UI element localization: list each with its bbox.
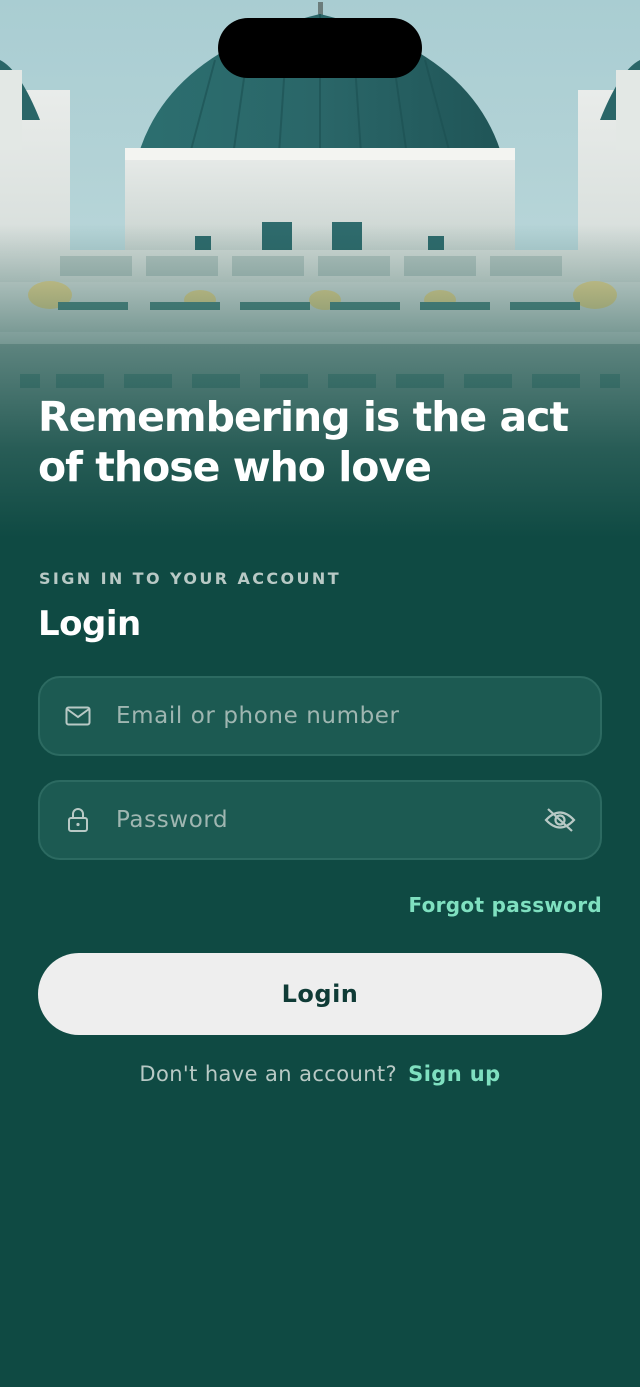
signup-row: Don't have an account? Sign up [0,1062,640,1086]
login-button[interactable]: Login [38,953,602,1035]
email-input[interactable] [116,678,600,754]
email-field[interactable] [38,676,602,756]
forgot-password-link[interactable]: Forgot password [408,893,602,917]
signup-prompt: Don't have an account? [139,1062,398,1086]
password-field[interactable] [38,780,602,860]
form-title: Login [38,604,141,644]
form-eyebrow: SIGN IN TO YOUR ACCOUNT [39,569,342,588]
lock-icon [64,806,92,834]
hero-headline: Remembering is the act of those who love [38,393,569,491]
signup-link[interactable]: Sign up [408,1062,500,1086]
mail-icon [64,702,92,730]
camera-notch [218,18,422,78]
eye-off-icon[interactable] [542,802,578,838]
password-input[interactable] [116,782,542,858]
